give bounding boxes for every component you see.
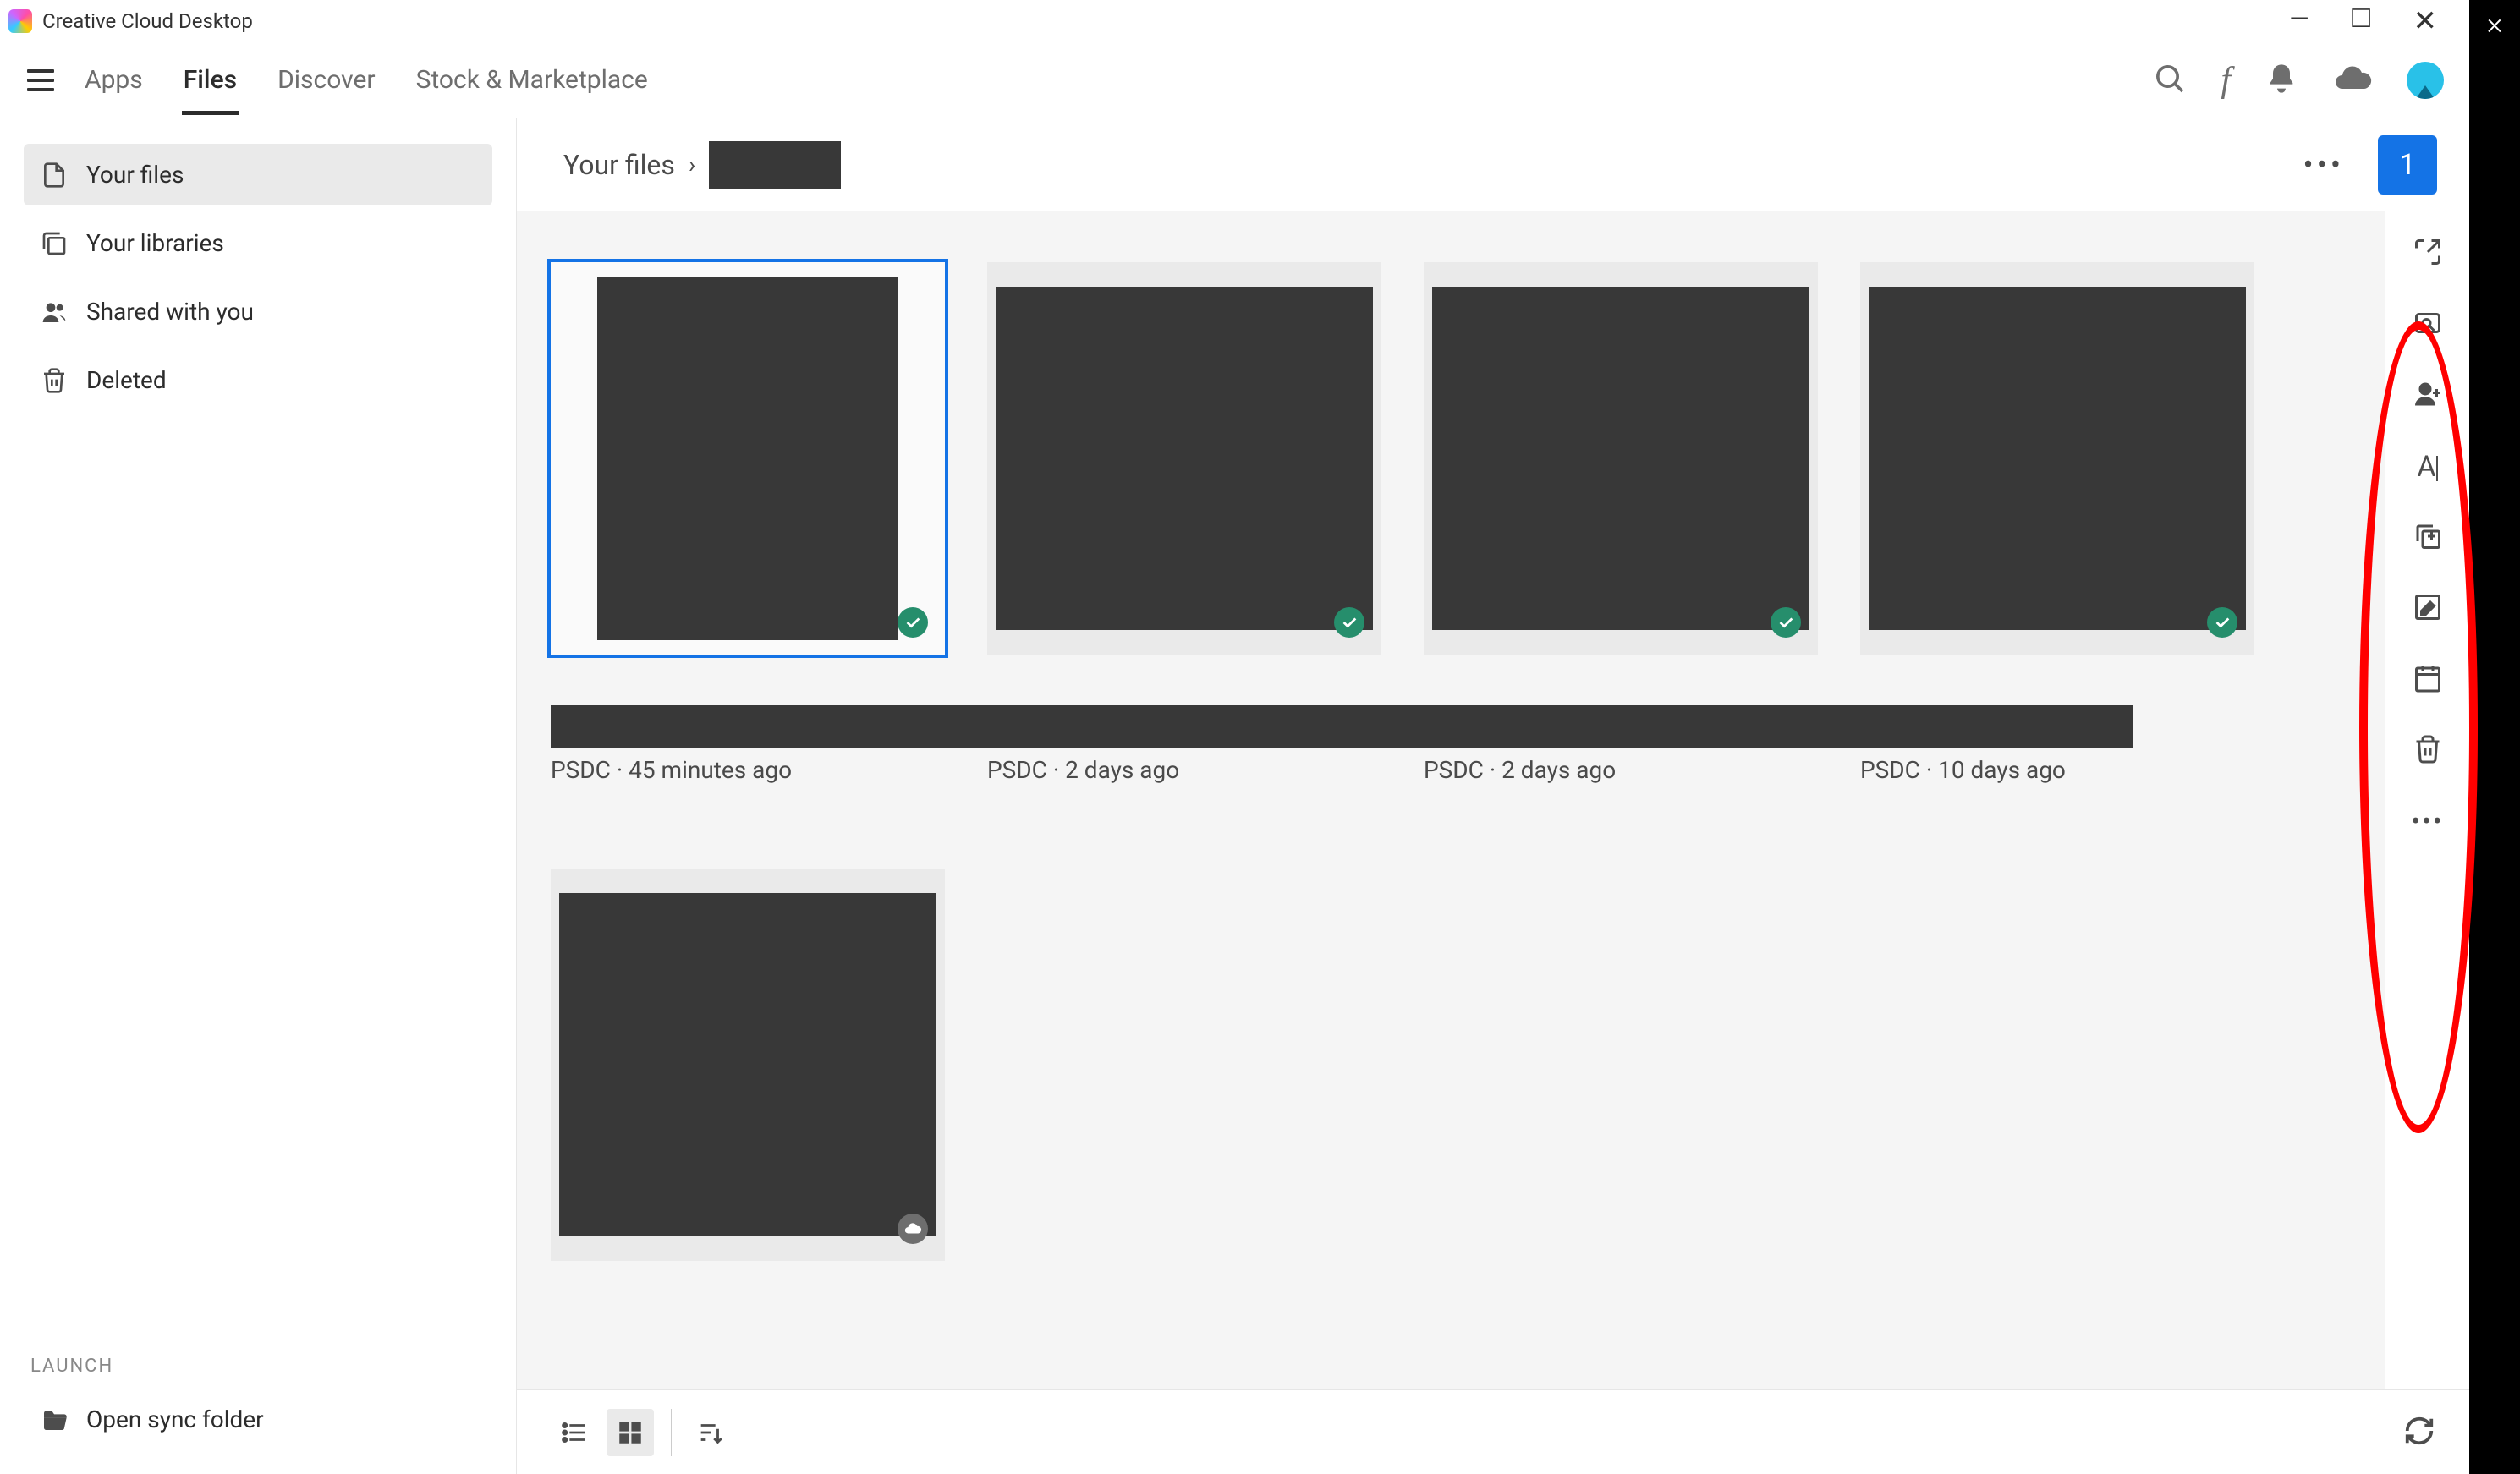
nav-tab-apps[interactable]: Apps xyxy=(83,47,145,113)
nav-tab-discover[interactable]: Discover xyxy=(276,47,376,113)
sync-folder-icon xyxy=(41,1406,68,1433)
breadcrumb-root[interactable]: Your files xyxy=(563,149,675,181)
file-meta: PSDC · 45 minutes ago xyxy=(551,756,945,784)
content-area: Your files › ••• 1 xyxy=(516,118,2469,1474)
people-icon xyxy=(41,299,68,326)
titlebar: Creative Cloud Desktop ― ☐ ✕ xyxy=(0,0,2469,42)
fonts-icon[interactable]: f xyxy=(2221,60,2231,101)
refresh-button[interactable] xyxy=(2403,1415,2435,1450)
preview-icon[interactable] xyxy=(2413,308,2443,342)
content-footer xyxy=(517,1389,2469,1474)
chevron-right-icon: › xyxy=(689,151,695,178)
file-icon xyxy=(41,162,68,189)
window-minimize-button[interactable]: ― xyxy=(2289,4,2309,38)
trash-icon xyxy=(41,367,68,394)
synced-badge-icon xyxy=(1334,607,1364,638)
sidebar-section-launch: LAUNCH xyxy=(24,1356,492,1389)
sidebar-item-label: Your files xyxy=(86,161,184,189)
file-thumbnail xyxy=(1869,287,2246,630)
sort-button[interactable] xyxy=(687,1409,734,1456)
sidebar-item-label: Shared with you xyxy=(86,298,254,326)
sidebar-item-open-sync-folder[interactable]: Open sync folder xyxy=(24,1389,492,1450)
top-nav: Apps Files Discover Stock & Marketplace … xyxy=(0,42,2469,118)
actions-rail: A ••• xyxy=(2385,211,2469,1389)
libraries-icon xyxy=(41,230,68,257)
rail-more-button[interactable]: ••• xyxy=(2411,805,2443,837)
window-close-button[interactable]: ✕ xyxy=(2413,4,2438,38)
edit-icon[interactable] xyxy=(2413,592,2443,626)
synced-badge-icon xyxy=(898,607,928,638)
sidebar-item-label: Deleted xyxy=(86,366,167,394)
grid-view-button[interactable] xyxy=(607,1409,654,1456)
nav-tab-files[interactable]: Files xyxy=(182,47,239,113)
synced-badge-icon xyxy=(1771,607,1801,638)
version-history-icon[interactable] xyxy=(2413,663,2443,697)
file-thumbnail xyxy=(597,277,898,640)
file-card[interactable] xyxy=(1424,262,1818,655)
sidebar: Your files Your libraries Shared with yo… xyxy=(0,118,516,1474)
menu-button[interactable] xyxy=(25,65,56,96)
more-options-button[interactable]: ••• xyxy=(2303,147,2344,183)
file-thumbnail xyxy=(996,287,1373,630)
sidebar-item-deleted[interactable]: Deleted xyxy=(24,349,492,411)
file-grid-scroll[interactable]: PSDC · 45 minutes ago PSDC · 2 days ago … xyxy=(517,211,2385,1389)
sidebar-item-shared-with-you[interactable]: Shared with you xyxy=(24,281,492,342)
cloud-sync-icon[interactable] xyxy=(2332,58,2373,102)
sidebar-item-label: Open sync folder xyxy=(86,1406,264,1433)
file-card[interactable] xyxy=(987,262,1381,655)
external-panel-close-icon[interactable]: × xyxy=(2487,8,2503,39)
file-thumbnail xyxy=(559,893,936,1236)
rename-icon[interactable]: A xyxy=(2417,450,2437,484)
content-header: Your files › ••• 1 xyxy=(517,118,2469,211)
window-maximize-button[interactable]: ☐ xyxy=(2350,4,2373,38)
file-thumbnail xyxy=(1432,287,1809,630)
sidebar-item-your-files[interactable]: Your files xyxy=(24,144,492,205)
app-logo-icon xyxy=(8,9,32,33)
sidebar-item-label: Your libraries xyxy=(86,229,224,257)
window-title: Creative Cloud Desktop xyxy=(42,9,253,33)
file-card[interactable] xyxy=(551,262,945,655)
file-meta: PSDC · 2 days ago xyxy=(987,756,1381,784)
file-names-row-redacted xyxy=(551,705,2133,748)
file-meta-row: PSDC · 45 minutes ago PSDC · 2 days ago … xyxy=(551,748,2351,784)
delete-icon[interactable] xyxy=(2413,734,2443,768)
file-meta: PSDC · 2 days ago xyxy=(1424,756,1818,784)
list-view-button[interactable] xyxy=(551,1409,598,1456)
notifications-icon[interactable] xyxy=(2265,62,2298,99)
account-avatar[interactable] xyxy=(2407,62,2444,99)
open-icon[interactable] xyxy=(2413,237,2443,271)
synced-badge-icon xyxy=(2207,607,2237,638)
sidebar-item-your-libraries[interactable]: Your libraries xyxy=(24,212,492,274)
copy-icon[interactable] xyxy=(2413,521,2443,555)
add-people-icon[interactable] xyxy=(2413,379,2443,413)
nav-tab-stock[interactable]: Stock & Marketplace xyxy=(415,47,650,113)
selection-count-badge[interactable]: 1 xyxy=(2378,135,2437,195)
file-card[interactable] xyxy=(1860,262,2254,655)
breadcrumb-current-redacted xyxy=(709,141,841,189)
file-meta: PSDC · 10 days ago xyxy=(1860,756,2254,784)
external-panel-strip: × xyxy=(2469,0,2520,1474)
cloud-only-badge-icon xyxy=(898,1214,928,1244)
search-icon[interactable] xyxy=(2153,62,2187,99)
file-card[interactable] xyxy=(551,869,945,1261)
